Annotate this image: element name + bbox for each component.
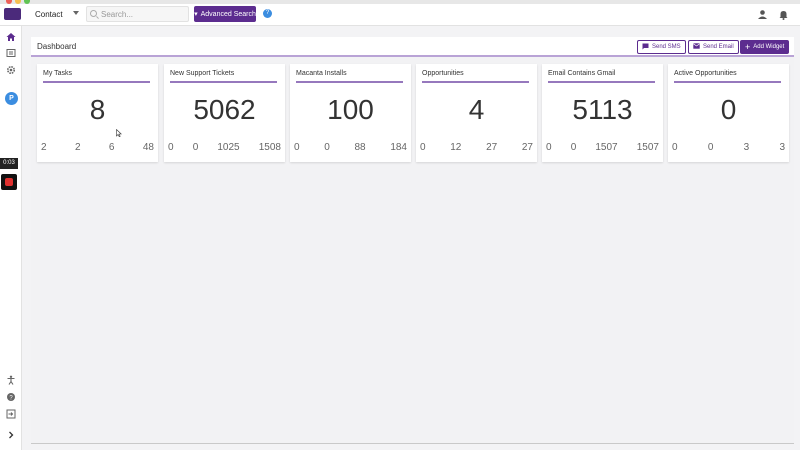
widget-stats: 0 0 1507 1507	[546, 142, 659, 153]
widget-divider	[548, 81, 655, 83]
page-title: Dashboard	[37, 42, 77, 51]
widget-stat: 2	[41, 142, 47, 153]
widget-stat: 48	[142, 142, 154, 153]
widget-value: 0	[720, 94, 737, 125]
app-logo[interactable]	[4, 8, 21, 20]
widget-stats: 0 0 3 3	[672, 142, 785, 153]
widget-value: 5113	[572, 94, 633, 125]
widget-card[interactable]: Opportunities 4 0 12 27 27	[416, 64, 537, 162]
widget-title: Macanta Installs	[296, 70, 347, 77]
widget-card[interactable]: My Tasks 8 2 2 6 48	[37, 64, 158, 162]
widget-stat: 0	[546, 142, 552, 153]
home-icon[interactable]	[4, 32, 18, 46]
widget-divider	[674, 81, 781, 83]
avatar[interactable]: P	[5, 92, 18, 105]
widget-stat: 12	[450, 142, 462, 153]
widget-card[interactable]: New Support Tickets 5062 0 0 1025 1508	[164, 64, 285, 162]
widget-card[interactable]: Active Opportunities 0 0 0 3 3	[668, 64, 789, 162]
accessibility-icon[interactable]	[4, 375, 18, 389]
add-widget-label: Add Widget	[753, 44, 785, 50]
advanced-search-button[interactable]: ▾ Advanced Search	[194, 6, 256, 22]
send-email-label: Send Email	[703, 44, 734, 50]
add-widget-button[interactable]: + Add Widget	[740, 40, 790, 54]
widget-value: 8	[89, 94, 106, 125]
widget-stat: 3	[743, 142, 750, 153]
search-input[interactable]: Search...	[86, 6, 189, 22]
advanced-search-label: Advanced Search	[200, 10, 256, 18]
divider	[31, 443, 794, 444]
widget-title: Active Opportunities	[674, 70, 737, 77]
search-icon	[90, 10, 97, 17]
dashboard-header: Dashboard Send SMS Send Email + Add Widg…	[31, 37, 794, 57]
logout-icon[interactable]	[4, 409, 18, 423]
widget-stat: 0	[672, 142, 678, 153]
widget-divider	[296, 81, 403, 83]
widget-value: 4	[468, 94, 485, 125]
widget-stats: 2 2 6 48	[41, 142, 154, 153]
widget-stats: 0 12 27 27	[420, 142, 533, 153]
widget-stat: 27	[486, 142, 498, 153]
widget-divider	[43, 81, 150, 83]
send-sms-button[interactable]: Send SMS	[637, 40, 686, 54]
contacts-icon[interactable]	[4, 48, 18, 62]
chevron-down-icon	[73, 11, 79, 15]
widget-stat: 184	[390, 142, 407, 153]
widget-stat: 6	[108, 142, 115, 153]
sms-icon	[642, 43, 649, 52]
left-sidebar: P 0:03 ?	[0, 26, 22, 450]
plus-icon: +	[745, 41, 751, 52]
top-app-bar: Contact Search... ▾ Advanced Search ?	[0, 4, 800, 26]
recording-timer: 0:03	[0, 158, 18, 169]
widget-stat: 1507	[595, 142, 618, 153]
widget-card[interactable]: Email Contains Gmail 5113 0 0 1507 1507	[542, 64, 663, 162]
widget-stat: 1507	[636, 142, 659, 153]
widget-stat: 0	[324, 142, 330, 153]
search-help-icon[interactable]: ?	[263, 9, 272, 18]
widget-title: Email Contains Gmail	[548, 70, 616, 77]
help-icon[interactable]: ?	[4, 392, 18, 406]
widget-stat: 88	[354, 142, 366, 153]
widget-stats: 0 0 1025 1508	[168, 142, 281, 153]
entity-type-select[interactable]: Contact	[30, 5, 82, 23]
widget-stat: 0	[294, 142, 300, 153]
search-placeholder: Search...	[101, 9, 134, 19]
widget-stat: 2	[74, 142, 81, 153]
widget-card[interactable]: Macanta Installs 100 0 0 88 184	[290, 64, 411, 162]
email-icon	[693, 43, 700, 51]
widget-stats: 0 0 88 184	[294, 142, 407, 153]
widget-stat: 0	[420, 142, 426, 153]
widget-title: My Tasks	[43, 70, 73, 77]
send-sms-label: Send SMS	[652, 44, 681, 50]
filter-icon: ▾	[194, 11, 198, 18]
widget-stat: 1508	[258, 142, 281, 153]
widget-stat: 0	[168, 142, 174, 153]
entity-type-value: Contact	[35, 9, 63, 19]
expand-icon[interactable]	[4, 430, 18, 444]
mouse-cursor-icon	[116, 128, 122, 138]
gear-icon[interactable]	[4, 65, 18, 79]
widget-stat: 0	[192, 142, 199, 153]
widget-divider	[170, 81, 277, 83]
widget-stat: 1025	[217, 142, 240, 153]
widget-stat: 3	[779, 142, 785, 153]
widget-title: Opportunities	[422, 70, 464, 77]
user-icon[interactable]	[757, 9, 768, 20]
widget-title: New Support Tickets	[170, 70, 235, 77]
widget-stat: 27	[521, 142, 533, 153]
record-icon[interactable]	[1, 174, 17, 190]
widget-stat: 0	[707, 142, 714, 153]
send-email-button[interactable]: Send Email	[688, 40, 739, 54]
widget-value: 5062	[193, 94, 256, 125]
bell-icon[interactable]	[778, 9, 789, 20]
widget-stat: 0	[570, 142, 577, 153]
widget-value: 100	[327, 94, 374, 125]
widget-divider	[422, 81, 529, 83]
